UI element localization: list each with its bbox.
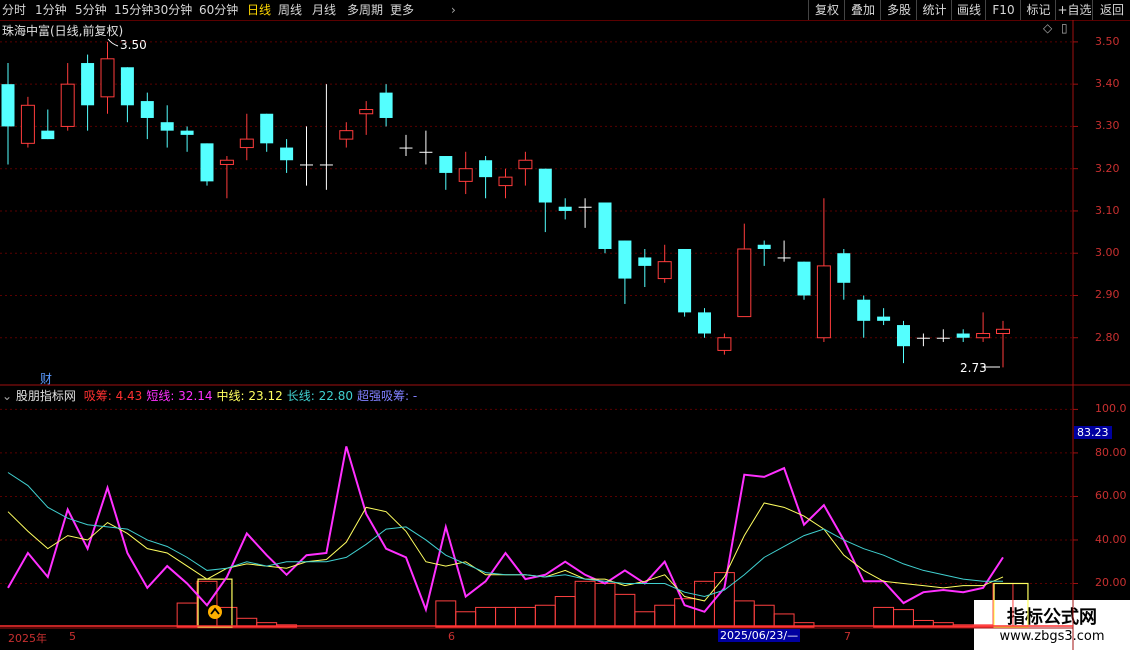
candle-body-42	[837, 253, 851, 283]
candle-body-28	[558, 206, 572, 211]
candle-body-6	[120, 67, 134, 106]
high-arrow	[107, 38, 119, 47]
candle-body-2	[41, 130, 55, 140]
absorb-bar-29	[574, 580, 596, 628]
candle-body-18	[359, 109, 374, 115]
candle-body-34	[678, 248, 692, 313]
candle-body-50	[996, 328, 1010, 335]
candle-body-11	[219, 159, 234, 165]
candle-body-13	[260, 113, 274, 144]
absorb-bar-32	[634, 611, 656, 628]
absorb-bar-25	[495, 606, 516, 628]
absorb-bar-9	[176, 602, 198, 628]
candle-body-23	[458, 168, 473, 182]
strong-absorb-box-0	[197, 578, 233, 628]
candle-body-44	[877, 316, 891, 321]
absorb-bar-44	[873, 606, 895, 628]
candle-body-16	[319, 164, 333, 166]
candle-body-8	[160, 122, 174, 131]
strong-absorb-box-1	[993, 582, 1029, 628]
candle-body-32	[638, 257, 652, 266]
candle-body-47	[936, 337, 950, 339]
candle-body-4	[81, 63, 95, 106]
candle-body-3	[60, 83, 75, 127]
candle-body-26	[518, 159, 533, 170]
candle-body-21	[419, 151, 433, 153]
candle-body-39	[777, 257, 791, 259]
candle-body-29	[578, 206, 592, 208]
candle-body-20	[399, 147, 413, 149]
candle-body-40	[797, 261, 811, 296]
signal-icon	[208, 605, 222, 619]
candle-body-5	[100, 58, 115, 98]
candle-body-25	[498, 176, 513, 187]
absorb-bar-24	[475, 606, 497, 628]
candle-body-37	[737, 248, 752, 318]
absorb-bar-31	[614, 593, 636, 628]
absorb-bar-39	[773, 613, 795, 628]
candle-body-36	[717, 337, 732, 351]
candle-body-45	[897, 325, 910, 347]
absorb-bar-33	[654, 604, 676, 628]
candle-body-22	[439, 156, 453, 173]
candle-body-46	[916, 337, 930, 339]
candle-body-1	[20, 104, 35, 144]
absorb-bar-27	[534, 604, 556, 628]
candle-body-7	[140, 101, 154, 118]
candle-body-35	[698, 312, 711, 334]
absorb-bar-50	[992, 582, 1014, 628]
absorb-bar-30	[594, 582, 616, 628]
absorb-bar-26	[514, 606, 536, 628]
indicator-line-0	[7, 446, 1004, 613]
absorb-bar-36	[713, 572, 735, 628]
absorb-bar-38	[753, 604, 775, 628]
candle-body-19	[379, 92, 393, 118]
candle-body-49	[976, 333, 991, 339]
candle-body-33	[657, 261, 672, 280]
candle-body-43	[857, 299, 871, 321]
candle-body-10	[200, 143, 214, 182]
candle-body-38	[757, 244, 771, 249]
candle-body-15	[300, 164, 313, 166]
candle-body-0	[1, 84, 15, 127]
candle-body-24	[479, 160, 493, 178]
absorb-bar-22	[435, 600, 457, 628]
candle-body-27	[538, 168, 552, 203]
absorb-bar-23	[455, 611, 477, 628]
chart-canvas[interactable]	[0, 0, 1130, 650]
candle-body-12	[239, 138, 254, 149]
absorb-bar-28	[554, 596, 576, 628]
candle-body-41	[816, 265, 831, 339]
candle-body-14	[280, 147, 294, 161]
candle-body-48	[956, 333, 970, 338]
candle-body-30	[598, 202, 612, 249]
absorb-bar-45	[893, 609, 914, 628]
candle-body-9	[180, 130, 194, 135]
candle-body-31	[618, 240, 632, 279]
candle-body-17	[339, 130, 354, 140]
absorb-bar-37	[733, 600, 755, 628]
